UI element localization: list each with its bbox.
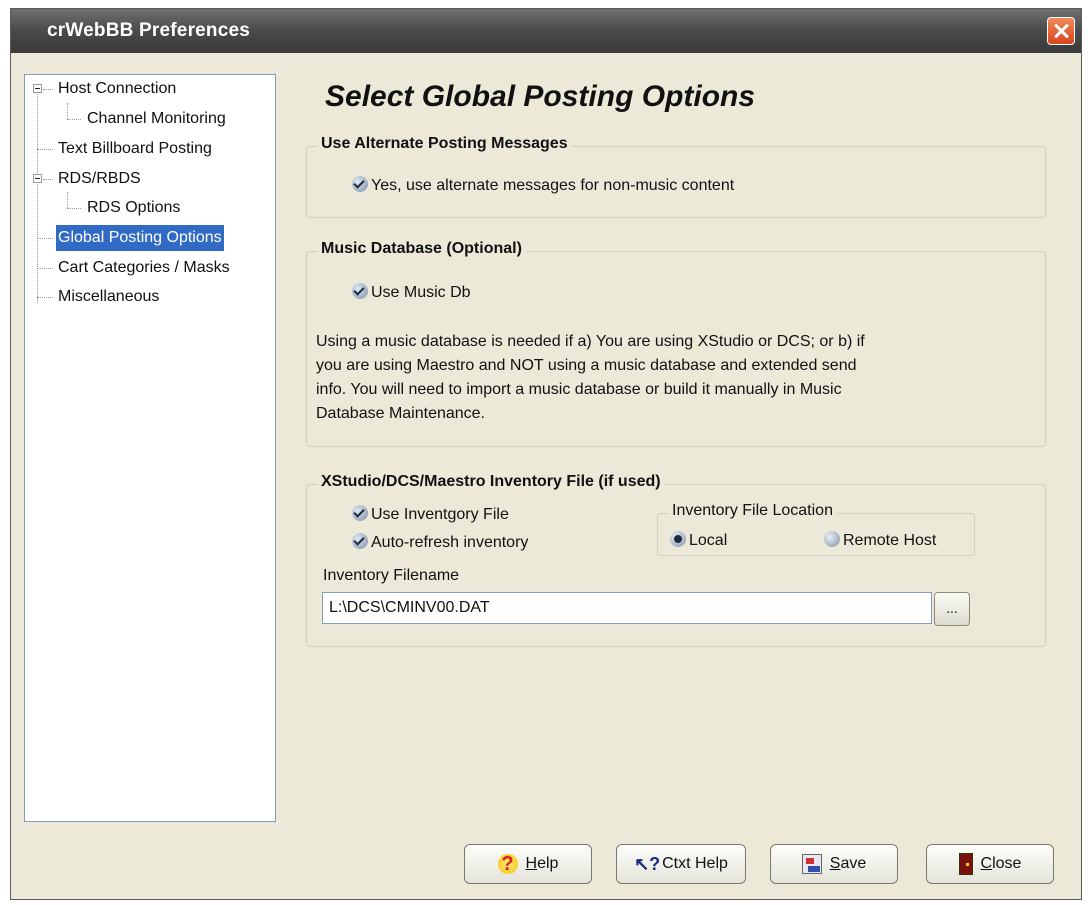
save-icon: [801, 854, 822, 874]
close-button[interactable]: Close: [926, 844, 1054, 884]
radio-selected-icon: [670, 531, 686, 547]
tree-connector: [67, 119, 81, 120]
tree-connector: [37, 297, 53, 298]
radio-unselected-icon: [824, 531, 840, 547]
group-legend: Music Database (Optional): [317, 240, 526, 258]
radio-label: Local: [689, 532, 728, 549]
inventory-filename-input[interactable]: [322, 592, 932, 624]
options-tree[interactable]: Host Connection Channel Monitoring Text …: [24, 74, 276, 822]
tree-connector: [37, 268, 53, 269]
tree-item-global-posting-options[interactable]: Global Posting Options: [56, 225, 224, 251]
window-close-button[interactable]: [1047, 17, 1075, 45]
tree-connector: [67, 208, 81, 209]
checkbox-checked-icon: [352, 533, 368, 549]
alternate-messages-checkbox[interactable]: Yes, use alternate messages for non-musi…: [352, 176, 734, 195]
group-legend: Use Alternate Posting Messages: [317, 135, 572, 153]
description-line: Database Maintenance.: [316, 405, 485, 422]
checkbox-label: Yes, use alternate messages for non-musi…: [371, 177, 735, 194]
tree-item-channel-monitoring[interactable]: Channel Monitoring: [87, 106, 226, 132]
checkbox-checked-icon: [352, 176, 368, 192]
use-inventory-file-checkbox[interactable]: Use Inventgory File: [352, 505, 509, 524]
group-legend: Inventory File Location: [668, 502, 837, 520]
location-remote-radio[interactable]: Remote Host: [824, 531, 936, 550]
question-mark-icon: ?: [497, 854, 518, 874]
checkbox-label: Use Inventgory File: [371, 506, 509, 523]
help-button-label: Help: [525, 855, 559, 872]
browse-button[interactable]: ...: [934, 592, 970, 626]
checkbox-label: Auto-refresh inventory: [371, 534, 529, 551]
location-local-radio[interactable]: Local: [670, 531, 727, 550]
tree-item-text-billboard[interactable]: Text Billboard Posting: [58, 136, 212, 162]
checkbox-checked-icon: [352, 505, 368, 521]
tree-item-cart-categories[interactable]: Cart Categories / Masks: [58, 255, 230, 281]
page-title: Select Global Posting Options: [325, 80, 756, 113]
tree-item-miscellaneous[interactable]: Miscellaneous: [58, 284, 159, 310]
save-button-label: Save: [829, 855, 867, 872]
tree-connector: [37, 149, 53, 150]
group-legend: XStudio/DCS/Maestro Inventory File (if u…: [317, 473, 665, 491]
exit-door-icon: [958, 853, 973, 875]
collapse-icon[interactable]: [33, 174, 42, 183]
tree-item-rds-options[interactable]: RDS Options: [87, 195, 180, 221]
tree-connector: [67, 192, 68, 208]
save-button[interactable]: Save: [770, 844, 898, 884]
tree-item-host-connection[interactable]: Host Connection: [58, 76, 176, 102]
context-help-button[interactable]: ↖? Ctxt Help: [616, 844, 746, 884]
help-button[interactable]: ? Help: [464, 844, 592, 884]
pointer-question-icon: ↖?: [634, 854, 661, 874]
collapse-icon[interactable]: [33, 84, 42, 93]
description-line: you are using Maestro and NOT using a mu…: [316, 357, 857, 374]
radio-label: Remote Host: [843, 532, 937, 549]
tree-connector: [37, 89, 38, 303]
tree-connector: [67, 103, 68, 119]
close-button-label: Close: [980, 855, 1022, 872]
use-music-db-checkbox[interactable]: Use Music Db: [352, 283, 471, 302]
checkbox-label: Use Music Db: [371, 284, 471, 301]
inventory-filename-label: Inventory Filename: [323, 567, 460, 584]
music-database-description: Using a music database is needed if a) Y…: [316, 330, 1006, 426]
title-bar[interactable]: crWebBB Preferences: [11, 9, 1081, 53]
tree-item-rds-rbds[interactable]: RDS/RBDS: [58, 166, 141, 192]
checkbox-checked-icon: [352, 283, 368, 299]
tree-connector: [43, 179, 53, 180]
tree-connector: [37, 238, 53, 239]
context-help-label: Ctxt Help: [662, 855, 728, 872]
description-line: Using a music database is needed if a) Y…: [316, 333, 865, 350]
window-title: crWebBB Preferences: [47, 20, 251, 41]
description-line: info. You will need to import a music da…: [316, 381, 842, 398]
auto-refresh-checkbox[interactable]: Auto-refresh inventory: [352, 533, 528, 552]
tree-connector: [43, 89, 53, 90]
